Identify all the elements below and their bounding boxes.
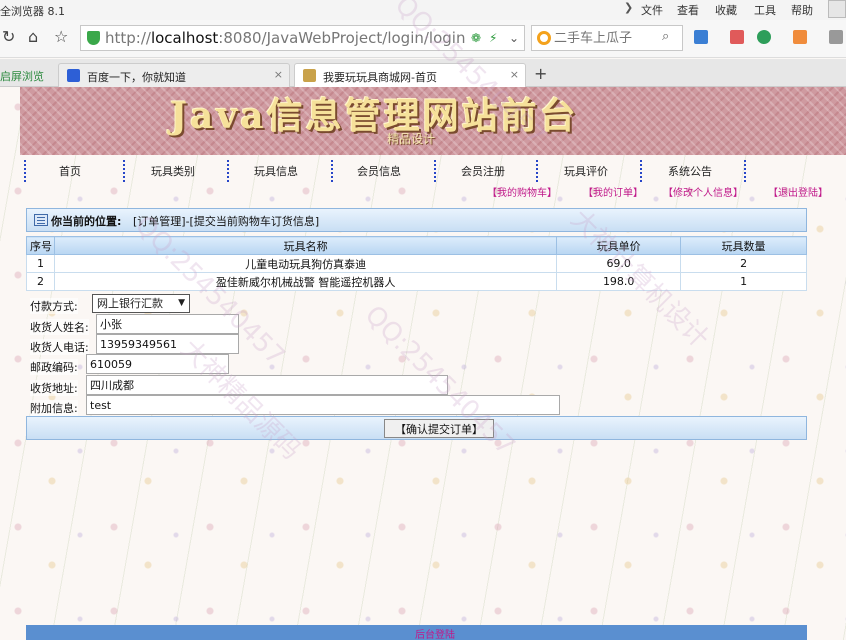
submit-bar: 【确认提交订单】	[26, 416, 807, 440]
table-header-row: 序号 玩具名称 玩具单价 玩具数量	[26, 236, 807, 255]
star-icon[interactable]: ☆	[54, 27, 68, 46]
nav-item-announcement[interactable]: 系统公告	[668, 163, 712, 179]
column-header-quantity: 玩具数量	[680, 236, 807, 255]
new-tab-icon[interactable]: +	[534, 64, 547, 83]
postcode-field[interactable]	[86, 354, 229, 374]
tab-baidu[interactable]: 百度一下，你就知道 ×	[58, 63, 290, 87]
cell-index: 2	[26, 272, 55, 291]
page-favicon-icon	[303, 69, 316, 82]
address-label: 收货地址:	[30, 380, 78, 396]
receiver-phone-field[interactable]	[96, 334, 239, 354]
search-icon[interactable]: ⌕	[662, 29, 669, 44]
translate-icon[interactable]	[793, 30, 807, 44]
column-header-price: 玩具单价	[556, 236, 682, 255]
nav-separator	[123, 160, 125, 182]
table-row: 2 盈佳新威尔机械战警 智能遥控机器人 198.0 1	[26, 272, 807, 291]
tab-label: 我要玩玩具商城网-首页	[323, 71, 437, 84]
location-label: 你当前的位置:	[51, 215, 122, 228]
receiver-name-label: 收货人姓名:	[30, 319, 89, 335]
nav-separator	[24, 160, 26, 182]
cell-quantity: 1	[680, 272, 807, 291]
column-header-index: 序号	[26, 236, 55, 255]
tab-toy-shop[interactable]: 我要玩玩具商城网-首页 ×	[294, 63, 526, 87]
confirm-order-button[interactable]: 【确认提交订单】	[384, 419, 494, 438]
cell-name: 儿童电动玩具狗仿真泰迪	[53, 254, 558, 273]
site-banner: Java信息管理网站前台 精品设计	[20, 87, 846, 155]
payment-label: 付款方式:	[30, 298, 78, 314]
browser-app-title: 全浏览器 8.1	[0, 5, 65, 18]
payment-select[interactable]: 网上银行汇款 ▼	[92, 294, 190, 313]
menu-file[interactable]: 文件	[641, 2, 663, 18]
lightning-icon[interactable]: ⚡	[489, 31, 497, 45]
table-row: 1 儿童电动玩具狗仿真泰迪 69.0 2	[26, 254, 807, 273]
cell-quantity: 2	[680, 254, 807, 273]
list-icon	[34, 214, 48, 226]
bookmark-icon[interactable]	[730, 30, 744, 44]
dropdown-chevron-icon[interactable]: ⌄	[509, 31, 519, 45]
nav-item-toy-category[interactable]: 玩具类别	[151, 163, 195, 179]
nav-separator	[331, 160, 333, 182]
nav-separator	[434, 160, 436, 182]
nav-item-member-info[interactable]: 会员信息	[357, 163, 401, 179]
receiver-phone-label: 收货人电话:	[30, 339, 89, 355]
currency-icon[interactable]	[757, 30, 771, 44]
nav-item-register[interactable]: 会员注册	[461, 163, 505, 179]
reload-icon[interactable]: ↻	[2, 27, 15, 46]
refresh-gear-icon[interactable]: ❁	[471, 31, 481, 45]
address-bar[interactable]: http://localhost:8080/JavaWebProject/log…	[80, 25, 525, 51]
paw-icon	[67, 69, 80, 82]
menu-chevron-icon[interactable]: ❯	[624, 1, 633, 14]
my-cart-link[interactable]: 【我的购物车】	[487, 184, 557, 199]
grid-icon[interactable]	[694, 30, 708, 44]
nav-separator	[536, 160, 538, 182]
my-orders-link[interactable]: 【我的订单】	[583, 184, 643, 199]
nav-item-home[interactable]: 首页	[59, 163, 81, 179]
nav-item-toy-review[interactable]: 玩具评价	[564, 163, 608, 179]
edit-profile-link[interactable]: 【修改个人信息】	[663, 184, 743, 199]
footer: 后台登陆	[26, 625, 807, 640]
cell-index: 1	[26, 254, 55, 273]
location-bar: 你当前的位置: [订单管理]-[提交当前购物车订货信息]	[26, 208, 807, 232]
banner-title: Java信息管理网站前台	[170, 95, 579, 137]
main-nav: 首页 玩具类别 玩具信息 会员信息 会员注册 玩具评价 系统公告	[20, 160, 780, 182]
close-icon[interactable]: ×	[510, 68, 519, 81]
logout-link[interactable]: 【退出登陆】	[768, 184, 828, 199]
chevron-down-icon: ▼	[178, 298, 185, 308]
payment-select-value: 网上银行汇款	[97, 297, 163, 310]
search-box[interactable]: ⌕	[531, 25, 683, 51]
cell-price: 69.0	[556, 254, 682, 273]
close-icon[interactable]: ×	[274, 68, 283, 81]
menu-tools[interactable]: 工具	[754, 2, 776, 18]
column-header-name: 玩具名称	[53, 236, 558, 255]
address-field[interactable]	[86, 375, 448, 395]
tab-label: 百度一下，你就知道	[87, 71, 186, 84]
admin-login-link[interactable]: 后台登陆	[415, 626, 455, 640]
url-text[interactable]: http://localhost:8080/JavaWebProject/log…	[105, 29, 465, 47]
breadcrumb: [订单管理]-[提交当前购物车订货信息]	[133, 215, 320, 228]
nav-separator	[640, 160, 642, 182]
banner-subtitle: 精品设计	[387, 132, 436, 146]
shield-icon	[87, 31, 100, 45]
order-table: 序号 玩具名称 玩具单价 玩具数量 1 儿童电动玩具狗仿真泰迪 69.0 2 2…	[26, 236, 807, 291]
nav-separator	[744, 160, 746, 182]
search-input[interactable]	[554, 28, 658, 48]
note-field[interactable]	[86, 395, 560, 415]
note-label: 附加信息:	[30, 400, 78, 416]
cell-name: 盈佳新威尔机械战警 智能遥控机器人	[53, 272, 558, 291]
cell-price: 198.0	[556, 272, 682, 291]
nav-separator	[227, 160, 229, 182]
window-control-button[interactable]	[828, 0, 846, 18]
search-engine-logo-icon	[537, 31, 551, 45]
home-icon[interactable]: ⌂	[28, 27, 38, 46]
menu-help[interactable]: 帮助	[791, 2, 813, 18]
nav-item-toy-info[interactable]: 玩具信息	[254, 163, 298, 179]
receiver-name-field[interactable]	[96, 314, 239, 334]
browser-titlebar: 全浏览器 8.1 ❯ 文件 查看 收藏 工具 帮助	[0, 0, 846, 20]
extension-icon[interactable]	[829, 30, 843, 44]
menu-favorites[interactable]: 收藏	[715, 2, 737, 18]
postcode-label: 邮政编码:	[30, 359, 78, 375]
menu-view[interactable]: 查看	[677, 2, 699, 18]
left-tab-text[interactable]: 启屏浏览	[0, 68, 44, 84]
